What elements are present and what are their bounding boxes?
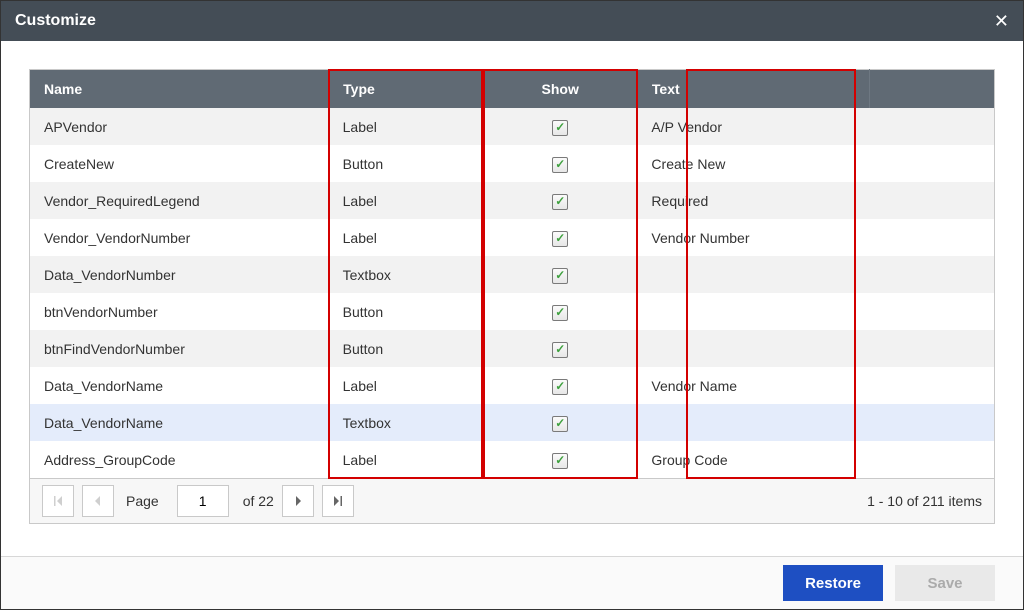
cell-show: ✓: [483, 219, 637, 256]
table-row[interactable]: Data_VendorNameTextbox ✓: [30, 404, 995, 441]
header-show[interactable]: Show: [483, 70, 637, 109]
dialog-footer: Restore Save: [1, 556, 1023, 609]
cell-show: ✓: [483, 367, 637, 404]
show-checkbox[interactable]: ✓: [552, 305, 568, 321]
cell-type: Button: [329, 145, 483, 182]
cell-extra: [869, 256, 994, 293]
cell-extra: [869, 293, 994, 330]
customize-table: Name Type Show Text APVendorLabel✓A/P Ve…: [29, 69, 995, 479]
pager-last-button[interactable]: [322, 485, 354, 517]
cell-type: Button: [329, 330, 483, 367]
cell-type: Label: [329, 441, 483, 479]
cell-extra: [869, 219, 994, 256]
table-row[interactable]: btnVendorNumberButton ✓: [30, 293, 995, 330]
cell-extra: [869, 145, 994, 182]
table-row[interactable]: APVendorLabel ✓ A/P Vendor: [30, 108, 995, 145]
cell-show: ✓: [483, 330, 637, 367]
table-row[interactable]: Data_VendorNameLabel ✓ Vendor Name: [30, 367, 995, 404]
cell-type: Label: [329, 108, 483, 145]
cell-show: ✓: [483, 182, 637, 219]
save-button[interactable]: Save: [895, 565, 995, 601]
cell-type: Label: [329, 367, 483, 404]
dialog-title: Customize: [15, 12, 96, 30]
cell-text: Vendor Name: [637, 367, 869, 404]
customize-dialog: Customize ✕ Name Type Show Text APVendor…: [0, 0, 1024, 610]
show-checkbox[interactable]: ✓: [552, 157, 568, 173]
cell-extra: [869, 441, 994, 479]
close-icon[interactable]: ✕: [994, 11, 1009, 32]
of-label: of 22: [243, 493, 274, 509]
table-row[interactable]: Data_VendorNumberTextbox ✓: [30, 256, 995, 293]
cell-extra: [869, 330, 994, 367]
show-checkbox[interactable]: ✓: [552, 453, 568, 469]
pager-prev-button[interactable]: [82, 485, 114, 517]
cell-type: Textbox: [329, 404, 483, 441]
chevron-right-icon: [293, 496, 303, 506]
show-checkbox[interactable]: ✓: [552, 416, 568, 432]
cell-name: Vendor_RequiredLegend: [30, 182, 329, 219]
restore-button[interactable]: Restore: [783, 565, 883, 601]
cell-extra: [869, 404, 994, 441]
dialog-content: Name Type Show Text APVendorLabel✓A/P Ve…: [1, 41, 1023, 524]
cell-name: Data_VendorName: [30, 404, 329, 441]
cell-extra: [869, 182, 994, 219]
table-row[interactable]: Vendor_VendorNumberLabel ✓ Vendor Number: [30, 219, 995, 256]
cell-text: Required: [637, 182, 869, 219]
cell-text: Group Code: [637, 441, 869, 479]
cell-extra: [869, 367, 994, 404]
last-page-icon: [333, 496, 343, 506]
cell-show: ✓: [483, 293, 637, 330]
show-checkbox[interactable]: ✓: [552, 379, 568, 395]
show-checkbox[interactable]: ✓: [552, 231, 568, 247]
cell-name: Data_VendorName: [30, 367, 329, 404]
cell-show: ✓: [483, 404, 637, 441]
show-checkbox[interactable]: ✓: [552, 194, 568, 210]
cell-text: Create New: [637, 145, 869, 182]
cell-show: ✓: [483, 145, 637, 182]
cell-name: Data_VendorNumber: [30, 256, 329, 293]
show-checkbox[interactable]: ✓: [552, 120, 568, 136]
first-page-icon: [53, 496, 63, 506]
table-row[interactable]: CreateNewButton ✓ Create New: [30, 145, 995, 182]
cell-type: Button: [329, 293, 483, 330]
cell-name: btnVendorNumber: [30, 293, 329, 330]
header-extra[interactable]: [869, 70, 994, 109]
cell-show: ✓: [483, 441, 637, 479]
cell-text: [637, 404, 869, 441]
pager-first-button[interactable]: [42, 485, 74, 517]
cell-text: [637, 293, 869, 330]
show-checkbox[interactable]: ✓: [552, 268, 568, 284]
show-checkbox[interactable]: ✓: [552, 342, 568, 358]
cell-show: ✓: [483, 108, 637, 145]
cell-name: Vendor_VendorNumber: [30, 219, 329, 256]
chevron-left-icon: [93, 496, 103, 506]
cell-type: Textbox: [329, 256, 483, 293]
cell-name: CreateNew: [30, 145, 329, 182]
cell-show: ✓: [483, 256, 637, 293]
cell-name: btnFindVendorNumber: [30, 330, 329, 367]
cell-text: [637, 330, 869, 367]
table-row[interactable]: btnFindVendorNumberButton ✓: [30, 330, 995, 367]
cell-type: Label: [329, 182, 483, 219]
table-row[interactable]: Address_GroupCodeLabel ✓ Group Code: [30, 441, 995, 479]
cell-text: Vendor Number: [637, 219, 869, 256]
header-name[interactable]: Name: [30, 70, 329, 109]
cell-name: APVendor: [30, 108, 329, 145]
header-type[interactable]: Type: [329, 70, 483, 109]
cell-extra: [869, 108, 994, 145]
page-label: Page: [126, 493, 159, 509]
pager-next-button[interactable]: [282, 485, 314, 517]
table-row[interactable]: Vendor_RequiredLegendLabel ✓ Required: [30, 182, 995, 219]
cell-type: Label: [329, 219, 483, 256]
page-input[interactable]: [177, 485, 229, 517]
cell-text: A/P Vendor: [637, 108, 869, 145]
table-wrap: Name Type Show Text APVendorLabel✓A/P Ve…: [29, 69, 995, 479]
header-text[interactable]: Text: [637, 70, 869, 109]
titlebar: Customize ✕: [1, 1, 1023, 41]
items-label: 1 - 10 of 211 items: [867, 493, 982, 509]
cell-name: Address_GroupCode: [30, 441, 329, 479]
cell-text: [637, 256, 869, 293]
pager: Page of 22 1 - 10 of 211 items: [29, 479, 995, 524]
